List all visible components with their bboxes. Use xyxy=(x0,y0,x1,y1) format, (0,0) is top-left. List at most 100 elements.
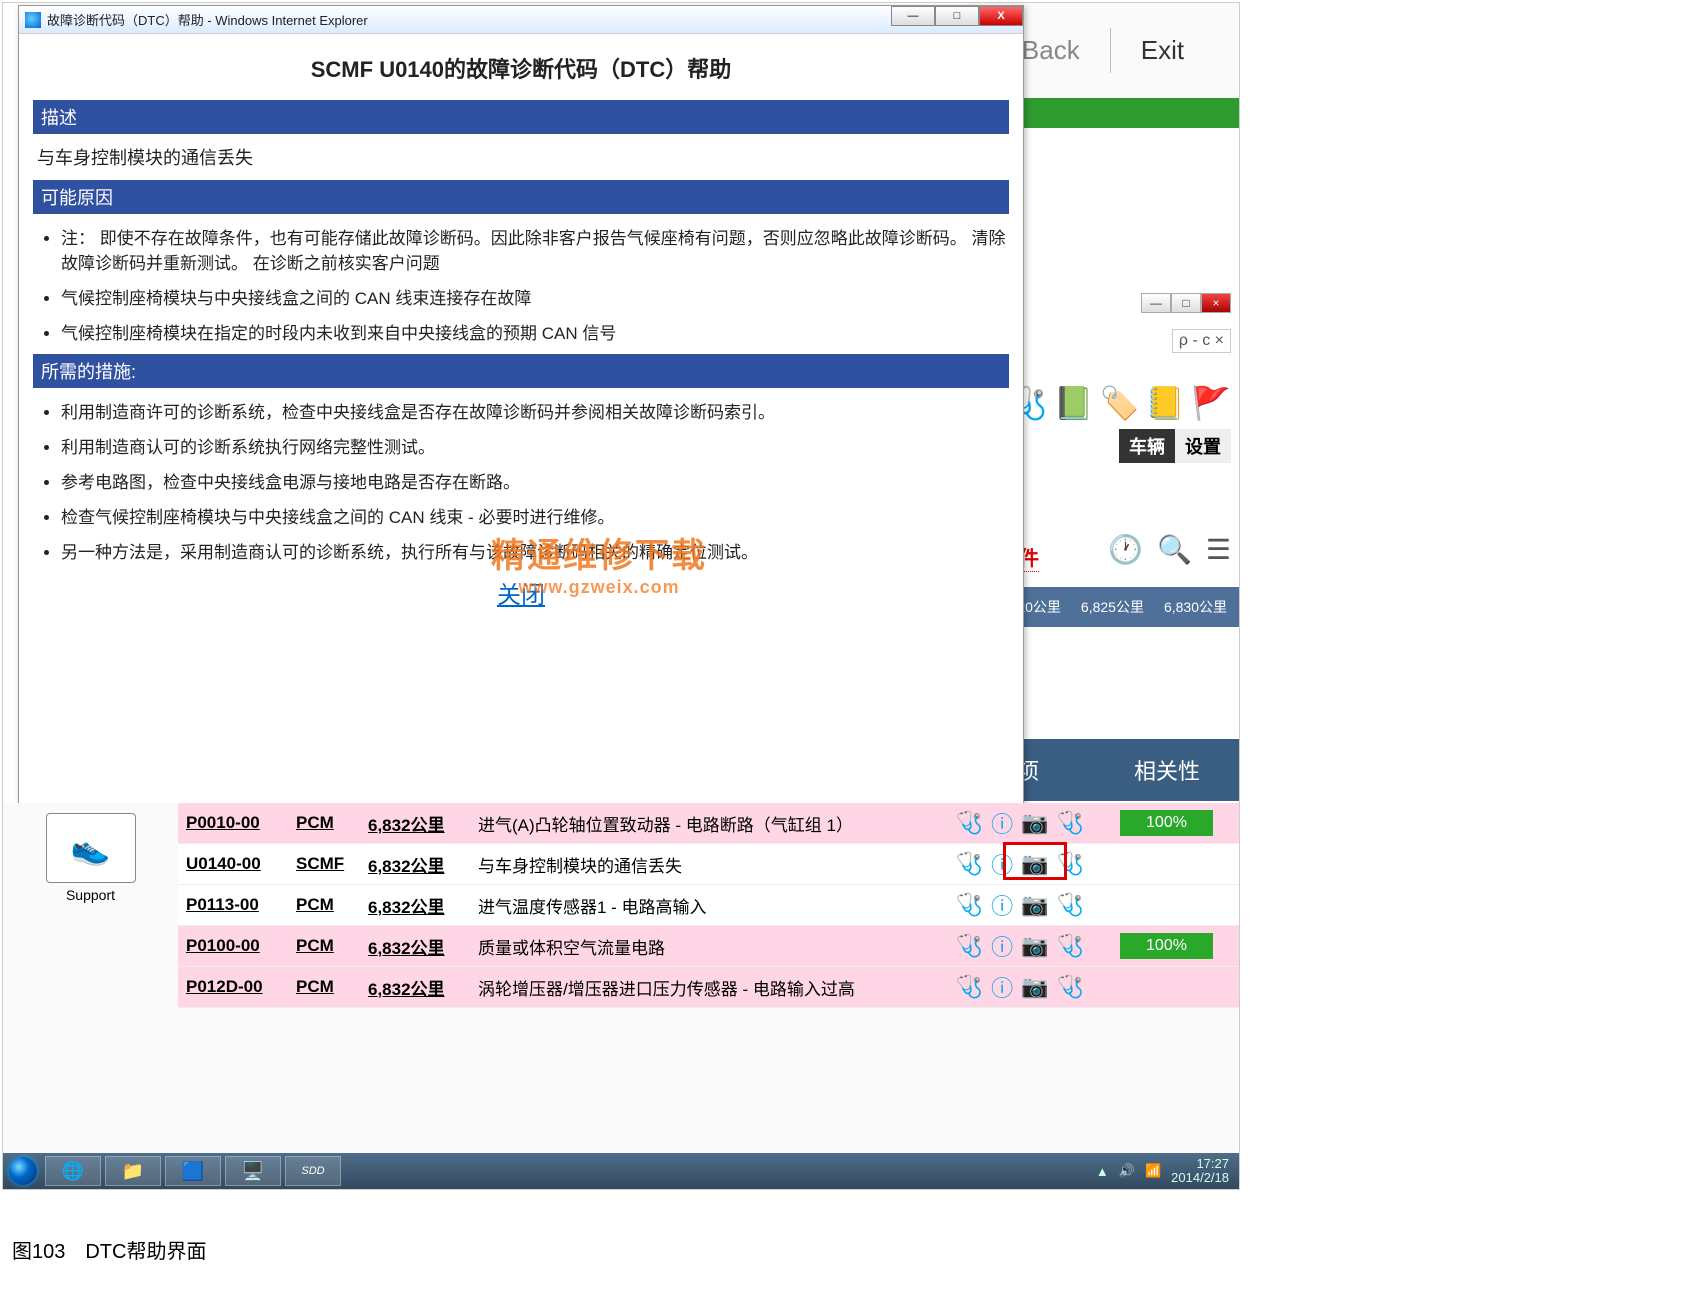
camera-icon[interactable]: 📷 xyxy=(1021,933,1048,959)
figure-caption: 图103 DTC帮助界面 xyxy=(12,1235,206,1264)
close-button[interactable]: X xyxy=(979,6,1023,26)
tray-icon[interactable]: 📶 xyxy=(1145,1163,1161,1179)
taskbar-sdd-icon[interactable]: SDD xyxy=(285,1156,341,1186)
cause-item: 气候控制座椅模块在指定的时段内未收到来自中央接线盒的预期 CAN 信号 xyxy=(61,319,1009,344)
info-icon[interactable]: ⓘ xyxy=(991,930,1013,962)
dtc-distance[interactable]: 6,832公里 xyxy=(368,934,478,959)
start-button[interactable] xyxy=(3,1153,43,1189)
barcode-icon[interactable]: 🏷️ xyxy=(1099,384,1139,422)
taskbar-ie-icon[interactable]: 🌐 xyxy=(45,1156,101,1186)
diag-icon[interactable]: 🩺 xyxy=(1057,974,1084,1000)
dtc-code[interactable]: P0113-00 xyxy=(186,895,296,915)
tray-icon[interactable]: ▲ xyxy=(1096,1164,1109,1179)
dtc-code[interactable]: P012D-00 xyxy=(186,977,296,997)
steth-icon[interactable]: 🩺 xyxy=(956,892,983,918)
column-relevance-header: 相关性 xyxy=(1095,739,1239,801)
dtc-description: 进气温度传感器1 - 电路高输入 xyxy=(478,893,956,918)
tab-vehicle[interactable]: 车辆 xyxy=(1119,429,1175,463)
window-title: 故障诊断代码（DTC）帮助 - Windows Internet Explore… xyxy=(47,10,368,29)
dtc-module[interactable]: PCM xyxy=(296,895,368,915)
exit-button[interactable]: Exit xyxy=(1141,35,1184,66)
ie-icon xyxy=(25,12,41,28)
section-description-title: 描述 xyxy=(33,100,1009,134)
dtc-description: 涡轮增压器/增压器进口压力传感器 - 电路输入过高 xyxy=(478,975,956,1000)
close-link[interactable]: 关闭 xyxy=(33,575,1009,610)
section-actions-title: 所需的措施: xyxy=(33,354,1009,388)
diag-icon[interactable]: 🩺 xyxy=(1057,933,1084,959)
tray-clock[interactable]: 17:27 2014/2/18 xyxy=(1171,1157,1229,1186)
diag-icon[interactable]: 🩺 xyxy=(1057,810,1084,836)
system-tray: ▲ 🔊 📶 17:27 2014/2/18 xyxy=(1096,1157,1239,1186)
action-item: 参考电路图，检查中央接线盒电源与接地电路是否存在断路。 xyxy=(61,468,1009,493)
actions-list: 利用制造商许可的诊断系统，检查中央接线盒是否存在故障诊断码并参阅相关故障诊断码索… xyxy=(61,398,1009,563)
dtc-code[interactable]: P0010-00 xyxy=(186,813,296,833)
close-button[interactable]: × xyxy=(1201,293,1231,313)
dtc-distance[interactable]: 6,832公里 xyxy=(368,811,478,836)
back-button[interactable]: Back xyxy=(1022,35,1080,66)
table-row[interactable]: P0100-00PCM6,832公里质量或体积空气流量电路🩺ⓘ📷🩺100% xyxy=(178,926,1239,967)
address-search[interactable]: ρ - c × xyxy=(1172,329,1231,353)
highlight-marker xyxy=(1003,842,1067,880)
dtc-distance[interactable]: 6,832公里 xyxy=(368,975,478,1000)
camera-icon[interactable]: 📷 xyxy=(1021,810,1048,836)
dtc-module[interactable]: PCM xyxy=(296,977,368,997)
info-icon[interactable]: ⓘ xyxy=(991,889,1013,921)
dtc-help-dialog: 故障诊断代码（DTC）帮助 - Windows Internet Explore… xyxy=(18,5,1024,809)
tag-icon[interactable]: 📒 xyxy=(1145,384,1185,422)
info-icon[interactable]: ⓘ xyxy=(991,807,1013,839)
dtc-module[interactable]: SCMF xyxy=(296,854,368,874)
dtc-module[interactable]: PCM xyxy=(296,813,368,833)
status-bar xyxy=(1001,98,1239,128)
taskbar-app-icon[interactable]: 🖥️ xyxy=(225,1156,281,1186)
section-description-text: 与车身控制模块的通信丢失 xyxy=(37,144,1005,170)
taskbar-folder-icon[interactable]: 📁 xyxy=(105,1156,161,1186)
dtc-distance[interactable]: 6,832公里 xyxy=(368,852,478,877)
action-item: 利用制造商认可的诊断系统执行网络完整性测试。 xyxy=(61,433,1009,458)
support-label: Support xyxy=(3,887,178,903)
action-item: 另一种方法是，采用制造商认可的诊断系统，执行所有与该故障诊断码相关的精确定位测试… xyxy=(61,538,1009,563)
separator xyxy=(1110,28,1111,73)
taskbar-app-icon[interactable]: 🟦 xyxy=(165,1156,221,1186)
help-heading: SCMF U0140的故障诊断代码（DTC）帮助 xyxy=(33,52,1009,84)
flag-icon[interactable]: 🚩 xyxy=(1191,384,1231,422)
dtc-distance[interactable]: 6,832公里 xyxy=(368,893,478,918)
menu-icon[interactable]: ☰ xyxy=(1206,533,1231,566)
table-row[interactable]: P0113-00PCM6,832公里进气温度传感器1 - 电路高输入🩺ⓘ📷🩺 xyxy=(178,885,1239,926)
km-mark: 6,825公里 xyxy=(1081,597,1144,617)
minimize-button[interactable]: — xyxy=(1141,293,1171,313)
tray-icon[interactable]: 🔊 xyxy=(1119,1163,1135,1179)
notes-icon[interactable]: 📗 xyxy=(1054,384,1094,422)
action-item: 检查气候控制座椅模块与中央接线盒之间的 CAN 线束 - 必要时进行维修。 xyxy=(61,503,1009,528)
diag-icon[interactable]: 🩺 xyxy=(1057,892,1084,918)
action-item: 利用制造商许可的诊断系统，检查中央接线盒是否存在故障诊断码并参阅相关故障诊断码索… xyxy=(61,398,1009,423)
camera-icon[interactable]: 📷 xyxy=(1021,892,1048,918)
tab-settings[interactable]: 设置 xyxy=(1175,429,1231,463)
cause-item: 气候控制座椅模块与中央接线盒之间的 CAN 线束连接存在故障 xyxy=(61,284,1009,309)
clock-icon[interactable]: 🕐 xyxy=(1108,533,1143,566)
info-icon[interactable]: ⓘ xyxy=(991,971,1013,1003)
tray-time: 17:27 xyxy=(1171,1157,1229,1171)
taskbar: 🌐 📁 🟦 🖥️ SDD ▲ 🔊 📶 17:27 2014/2/18 xyxy=(3,1153,1239,1189)
table-row[interactable]: P0010-00PCM6,832公里进气(A)凸轮轴位置致动器 - 电路断路（气… xyxy=(178,803,1239,844)
maximize-button[interactable]: □ xyxy=(935,6,979,26)
dtc-module[interactable]: PCM xyxy=(296,936,368,956)
relevance-badge: 100% xyxy=(1120,810,1213,836)
relevance-badge: 100% xyxy=(1120,933,1213,959)
steth-icon[interactable]: 🩺 xyxy=(956,810,983,836)
causes-list: 注： 即使不存在故障条件，也有可能存储此故障诊断码。因此除非客户报告气候座椅有问… xyxy=(61,224,1009,344)
km-mark: 6,830公里 xyxy=(1164,597,1227,617)
table-row[interactable]: U0140-00SCMF6,832公里与车身控制模块的通信丢失🩺ⓘ📷🩺 xyxy=(178,844,1239,885)
steth-icon[interactable]: 🩺 xyxy=(956,933,983,959)
table-row[interactable]: P012D-00PCM6,832公里涡轮增压器/增压器进口压力传感器 - 电路输… xyxy=(178,967,1239,1008)
support-icon[interactable]: 👟 xyxy=(46,813,136,883)
minimize-button[interactable]: — xyxy=(891,6,935,26)
secondary-window-controls: — □ × ρ - c × xyxy=(1003,293,1231,353)
camera-icon[interactable]: 📷 xyxy=(1021,974,1048,1000)
dtc-code[interactable]: P0100-00 xyxy=(186,936,296,956)
dtc-code[interactable]: U0140-00 xyxy=(186,854,296,874)
steth-icon[interactable]: 🩺 xyxy=(956,974,983,1000)
dtc-description: 质量或体积空气流量电路 xyxy=(478,934,956,959)
search-icon[interactable]: 🔍 xyxy=(1157,533,1192,566)
maximize-button[interactable]: □ xyxy=(1171,293,1201,313)
steth-icon[interactable]: 🩺 xyxy=(956,851,983,877)
